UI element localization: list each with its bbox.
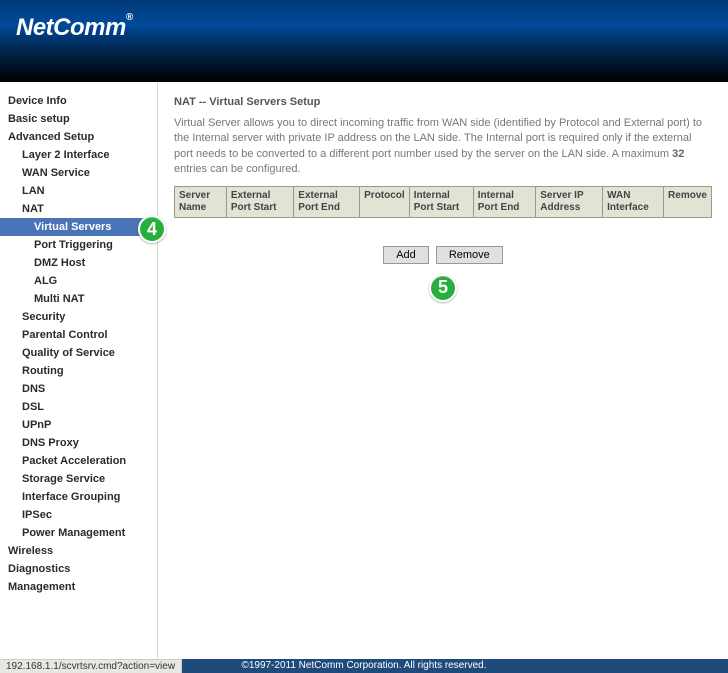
col-ext-port-end: External Port End <box>294 186 360 217</box>
brand-logo: NetComm® <box>16 14 133 42</box>
virtual-servers-table: Server Name External Port Start External… <box>174 186 712 218</box>
nav-basic-setup[interactable]: Basic setup <box>0 110 157 128</box>
nav-upnp[interactable]: UPnP <box>0 416 157 434</box>
nav-lan[interactable]: LAN <box>0 182 157 200</box>
sidebar: Device Info Basic setup Advanced Setup L… <box>0 82 158 659</box>
button-row: Add Remove 5 <box>174 246 712 264</box>
col-wan-interface: WAN Interface <box>603 186 664 217</box>
add-button[interactable]: Add <box>383 246 429 264</box>
col-int-port-end: Internal Port End <box>473 186 536 217</box>
nav-interface-grouping[interactable]: Interface Grouping <box>0 488 157 506</box>
nav-advanced-setup[interactable]: Advanced Setup <box>0 128 157 146</box>
nav-dsl[interactable]: DSL <box>0 398 157 416</box>
nav-wan-service[interactable]: WAN Service <box>0 164 157 182</box>
nav-dns[interactable]: DNS <box>0 380 157 398</box>
nav-ipsec[interactable]: IPSec <box>0 506 157 524</box>
nav-port-triggering[interactable]: Port Triggering <box>0 236 157 254</box>
callout-badge-5: 5 <box>429 274 457 302</box>
col-server-ip: Server IP Address <box>536 186 603 217</box>
nav-multi-nat[interactable]: Multi NAT <box>0 290 157 308</box>
nav-routing[interactable]: Routing <box>0 362 157 380</box>
nav-device-info[interactable]: Device Info <box>0 92 157 110</box>
nav-dmz-host[interactable]: DMZ Host <box>0 254 157 272</box>
col-ext-port-start: External Port Start <box>226 186 293 217</box>
nav-qos[interactable]: Quality of Service <box>0 344 157 362</box>
col-server-name: Server Name <box>175 186 227 217</box>
nav-power-management[interactable]: Power Management <box>0 524 157 542</box>
nav-virtual-servers[interactable]: Virtual Servers <box>0 218 157 236</box>
nav-parental-control[interactable]: Parental Control <box>0 326 157 344</box>
callout-badge-4: 4 <box>138 215 166 243</box>
col-int-port-start: Internal Port Start <box>409 186 473 217</box>
body-wrap: Device Info Basic setup Advanced Setup L… <box>0 82 728 659</box>
col-protocol: Protocol <box>360 186 410 217</box>
nav-management[interactable]: Management <box>0 578 157 596</box>
nav-nat[interactable]: NAT <box>0 200 157 218</box>
main-content: NAT -- Virtual Servers Setup Virtual Ser… <box>158 82 728 659</box>
nav-security[interactable]: Security <box>0 308 157 326</box>
page-description: Virtual Server allows you to direct inco… <box>174 116 712 178</box>
nav-dns-proxy[interactable]: DNS Proxy <box>0 434 157 452</box>
remove-button[interactable]: Remove <box>436 246 503 264</box>
nav-diagnostics[interactable]: Diagnostics <box>0 560 157 578</box>
nav-layer2-interface[interactable]: Layer 2 Interface <box>0 146 157 164</box>
nav-storage-service[interactable]: Storage Service <box>0 470 157 488</box>
col-remove: Remove <box>664 186 712 217</box>
nav-packet-accel[interactable]: Packet Acceleration <box>0 452 157 470</box>
table-header-row: Server Name External Port Start External… <box>175 186 712 217</box>
app-header: NetComm® <box>0 0 728 82</box>
status-bar-url: 192.168.1.1/scvrtsrv.cmd?action=view <box>0 659 182 673</box>
page-title: NAT -- Virtual Servers Setup <box>174 96 712 108</box>
nav-alg[interactable]: ALG <box>0 272 157 290</box>
nav-wireless[interactable]: Wireless <box>0 542 157 560</box>
